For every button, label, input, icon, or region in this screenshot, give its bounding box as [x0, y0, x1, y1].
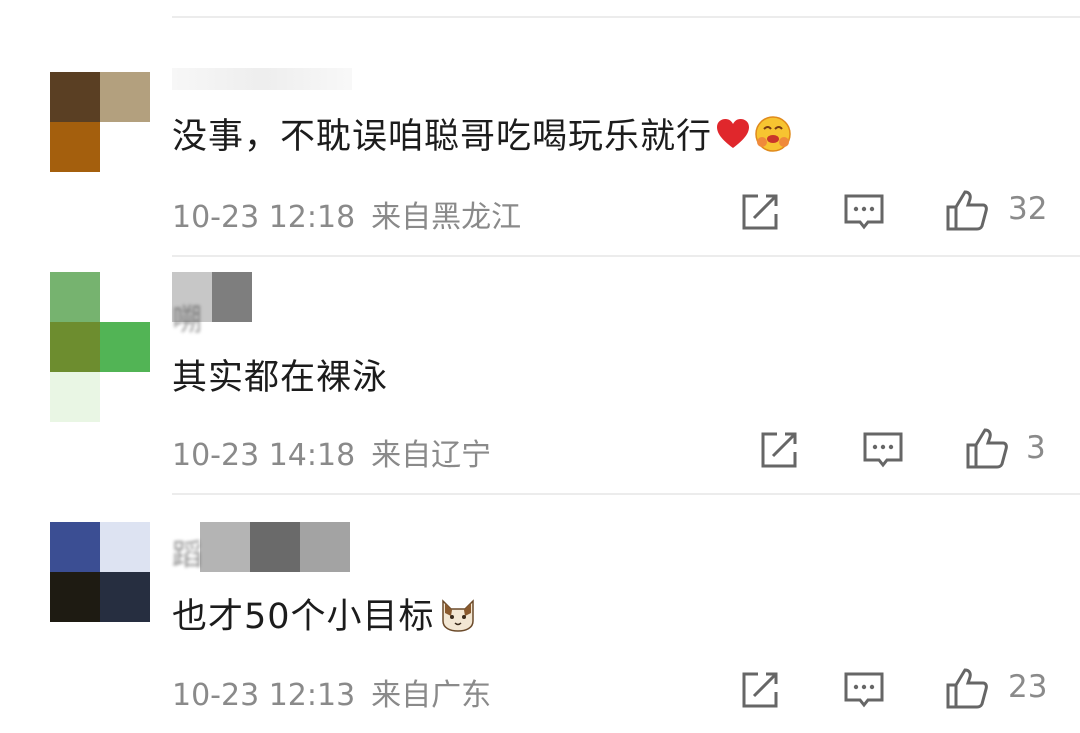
comment-text-row: 其实都在裸泳 — [172, 349, 388, 400]
like-icon[interactable] — [965, 426, 1009, 470]
username-partial: 蹈 — [172, 538, 203, 573]
comment-icon[interactable] — [861, 428, 905, 472]
avatar-pixel — [100, 572, 150, 622]
redaction-block — [250, 522, 300, 572]
like-count: 23 — [1008, 669, 1048, 705]
avatar-pixel — [50, 372, 100, 422]
avatar-pixel — [50, 522, 100, 572]
redaction-block — [212, 272, 252, 322]
redaction-block — [300, 522, 350, 572]
avatar-pixel — [100, 522, 150, 572]
redaction-block — [200, 522, 250, 572]
share-icon[interactable] — [738, 668, 782, 712]
comment-icon[interactable] — [842, 668, 886, 712]
avatar-pixel — [50, 572, 100, 622]
avatar[interactable] — [50, 272, 150, 372]
avatar-pixel — [100, 272, 150, 322]
like-icon[interactable] — [945, 666, 989, 710]
username-partial: 嗍 — [172, 303, 203, 338]
comment-meta: 10-23 14:18 来自辽宁 — [172, 430, 491, 474]
comment-item: 蹈 也才50个小目标 10-23 12:13 来自广东 23 — [0, 0, 1080, 713]
share-icon[interactable] — [757, 428, 801, 472]
comment-text: 其实都在裸泳 — [172, 358, 389, 398]
divider — [172, 493, 1080, 495]
avatar-pixel — [50, 322, 100, 372]
avatar-pixel — [50, 272, 100, 322]
comment-date: 10-23 14:18 — [172, 438, 356, 473]
comment-location: 来自辽宁 — [371, 438, 492, 473]
comment-meta: 10-23 12:13 来自广东 — [172, 670, 491, 714]
avatar-pixel — [100, 322, 150, 372]
comment-text-row: 也才50个小目标 — [172, 588, 477, 639]
avatar[interactable] — [50, 522, 150, 622]
comment-text: 也才50个小目标 — [172, 597, 435, 637]
comment-location: 来自广东 — [371, 678, 492, 713]
comment-date: 10-23 12:13 — [172, 678, 356, 713]
like-count: 3 — [1026, 430, 1046, 466]
cat-face-icon — [439, 595, 477, 633]
divider — [172, 255, 1080, 257]
